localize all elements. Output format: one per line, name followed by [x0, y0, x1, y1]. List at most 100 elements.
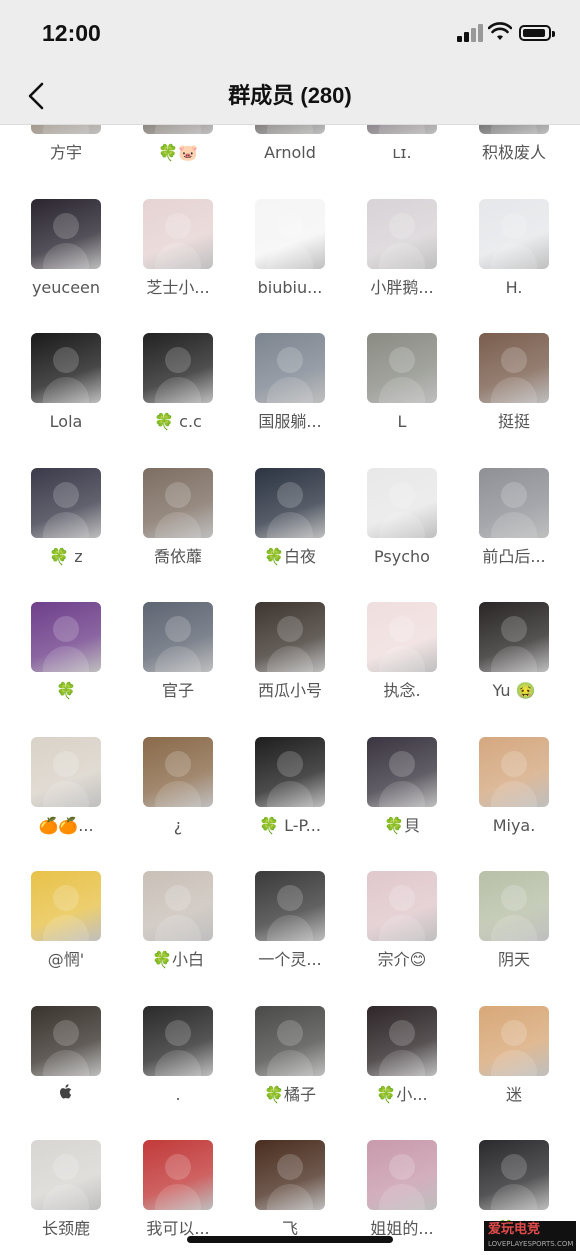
avatar[interactable]: [31, 1140, 101, 1210]
avatar[interactable]: [143, 333, 213, 403]
member-item[interactable]: 🍊🍊...: [10, 736, 122, 837]
avatar[interactable]: [255, 1005, 325, 1076]
member-item[interactable]: [10, 1005, 122, 1106]
avatar[interactable]: [143, 467, 213, 538]
avatar[interactable]: [31, 736, 101, 807]
member-name: 方宇: [49, 143, 82, 162]
member-item[interactable]: yeuceen: [10, 198, 122, 299]
member-item[interactable]: 🍀 c.c: [122, 333, 234, 433]
member-name: 迷: [505, 1084, 522, 1104]
member-item[interactable]: .: [122, 1005, 234, 1106]
member-item[interactable]: Lola: [10, 333, 122, 433]
status-bar: 12:00: [0, 0, 580, 68]
avatar[interactable]: [255, 736, 325, 807]
member-item[interactable]: 喬依蘼: [122, 467, 234, 568]
avatar[interactable]: [143, 602, 213, 672]
avatar[interactable]: [31, 1005, 101, 1076]
member-name: 🍀: [56, 681, 76, 700]
nav-bar: 群成员 (280): [0, 68, 580, 125]
avatar[interactable]: [31, 602, 101, 672]
wifi-icon: [488, 22, 512, 40]
member-item[interactable]: 飞: [234, 1140, 346, 1240]
avatar[interactable]: [31, 333, 101, 403]
member-item[interactable]: 我可以...: [122, 1140, 234, 1240]
member-item[interactable]: 芝士小...: [122, 198, 234, 299]
member-name: 执念.: [383, 681, 421, 700]
member-item[interactable]: 西瓜小号: [234, 602, 346, 702]
member-name: yeuceen: [31, 277, 101, 297]
member-item[interactable]: 🍀白夜: [234, 467, 346, 568]
member-item[interactable]: 前凸后...: [458, 467, 570, 568]
avatar[interactable]: [31, 198, 101, 269]
member-item[interactable]: 迷: [458, 1005, 570, 1106]
member-item[interactable]: 🍀橘子: [234, 1005, 346, 1106]
member-name: Lola: [49, 412, 83, 431]
member-item[interactable]: 🍀: [10, 602, 122, 702]
member-item[interactable]: Yu 🤢: [458, 602, 570, 702]
avatar[interactable]: [143, 736, 213, 807]
avatar[interactable]: [255, 333, 325, 403]
avatar[interactable]: [367, 333, 437, 403]
avatar[interactable]: [479, 198, 549, 269]
avatar[interactable]: [479, 1140, 549, 1210]
member-name: ʟɪ.: [392, 143, 412, 162]
member-item[interactable]: 🍀 z: [10, 467, 122, 568]
avatar[interactable]: [143, 1140, 213, 1210]
member-item[interactable]: L: [346, 333, 458, 433]
member-name: 🍀橘子: [264, 1084, 316, 1104]
avatar[interactable]: [255, 602, 325, 672]
member-item[interactable]: 一个灵...: [234, 871, 346, 971]
member-name: 官子: [161, 681, 194, 700]
avatar[interactable]: [367, 1005, 437, 1076]
page-title: 群成员 (280): [228, 83, 352, 108]
member-item[interactable]: Psycho: [346, 467, 458, 568]
member-name: 长颈鹿: [41, 1219, 90, 1238]
status-time: 12:00: [42, 20, 101, 46]
avatar[interactable]: [479, 467, 549, 538]
avatar[interactable]: [255, 198, 325, 269]
member-item[interactable]: 执念.: [346, 602, 458, 702]
member-item[interactable]: 长颈鹿: [10, 1140, 122, 1240]
avatar[interactable]: [479, 602, 549, 672]
avatar[interactable]: [479, 333, 549, 403]
member-item[interactable]: Miya.: [458, 736, 570, 837]
avatar[interactable]: [143, 1005, 213, 1076]
member-item[interactable]: 挺挺: [458, 333, 570, 433]
member-item[interactable]: 宗介😊: [346, 871, 458, 971]
avatar[interactable]: [367, 467, 437, 538]
avatar[interactable]: [367, 602, 437, 672]
signal-icon: [457, 24, 483, 42]
avatar[interactable]: [255, 1140, 325, 1210]
member-item[interactable]: 小胖鹅...: [346, 198, 458, 299]
member-name: H.: [505, 277, 523, 297]
member-name: Miya.: [492, 815, 536, 835]
avatar[interactable]: [143, 198, 213, 269]
member-name: 阴天: [497, 950, 530, 969]
member-item[interactable]: 姐姐的...: [346, 1140, 458, 1240]
avatar[interactable]: [367, 1140, 437, 1210]
member-item[interactable]: 🍀小白: [122, 871, 234, 971]
avatar[interactable]: [367, 198, 437, 269]
member-item[interactable]: ¿: [122, 736, 234, 837]
avatar[interactable]: [31, 871, 101, 941]
member-item[interactable]: 官子: [122, 602, 234, 702]
member-name: 一个灵...: [258, 950, 322, 969]
avatar[interactable]: [367, 736, 437, 807]
avatar[interactable]: [479, 1005, 549, 1076]
member-item[interactable]: 国服躺...: [234, 333, 346, 433]
avatar[interactable]: [143, 871, 213, 941]
member-item[interactable]: @惘': [10, 871, 122, 971]
member-name: ¿: [173, 815, 183, 835]
avatar[interactable]: [31, 467, 101, 538]
member-item[interactable]: 阴天: [458, 871, 570, 971]
avatar[interactable]: [479, 871, 549, 941]
avatar[interactable]: [479, 736, 549, 807]
member-item[interactable]: H.: [458, 198, 570, 299]
member-item[interactable]: 🍀貝: [346, 736, 458, 837]
member-item[interactable]: 🍀小...: [346, 1005, 458, 1106]
avatar[interactable]: [255, 467, 325, 538]
member-item[interactable]: 🍀 L-P...: [234, 736, 346, 837]
member-item[interactable]: biubiu...: [234, 198, 346, 299]
avatar[interactable]: [367, 871, 437, 941]
avatar[interactable]: [255, 871, 325, 941]
